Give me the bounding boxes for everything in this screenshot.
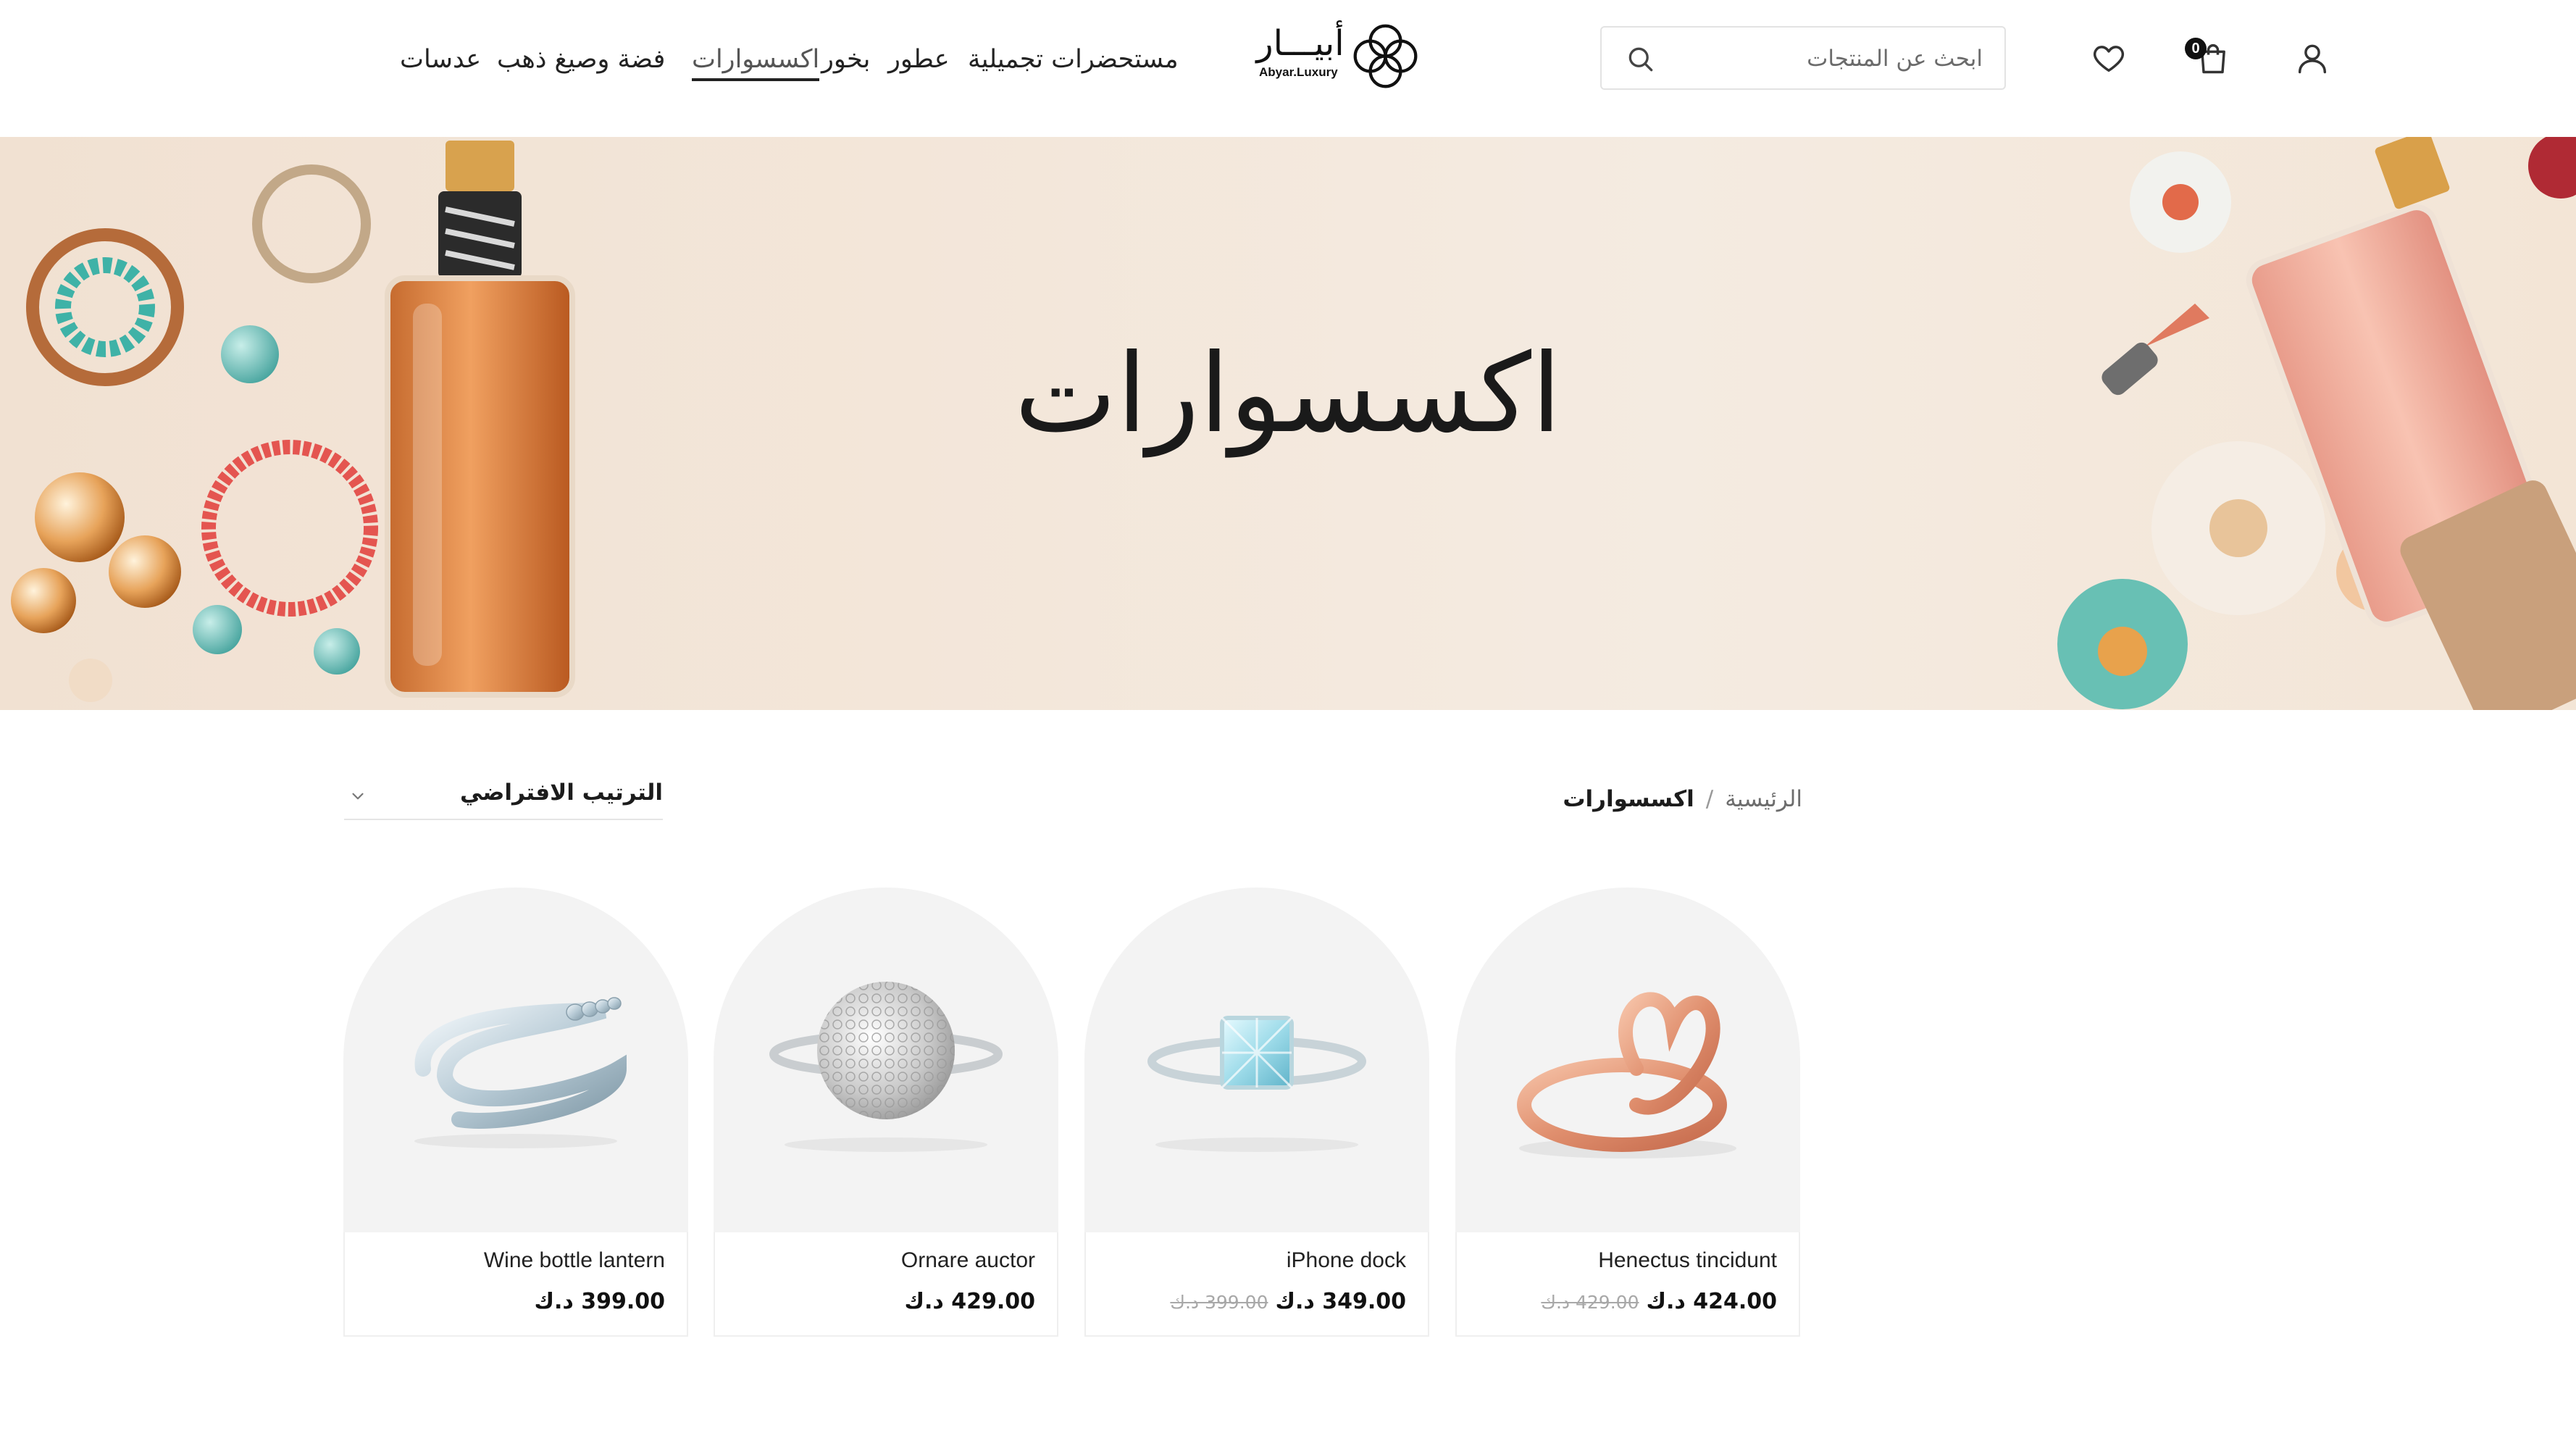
breadcrumb: الرئيسية / اكسسوارات	[1563, 781, 1802, 817]
product-image[interactable]	[1455, 888, 1800, 1232]
nav-accessories[interactable]: اكسسوارات	[692, 38, 820, 81]
breadcrumb-separator: /	[1705, 786, 1714, 812]
sort-select[interactable]: الترتيب الافتراضي	[344, 774, 663, 820]
product-card[interactable]: Ornare auctor 429.00 د.ك	[714, 888, 1058, 1337]
product-price: 429.00 د.ك	[904, 1289, 1035, 1314]
search-icon[interactable]	[1625, 43, 1657, 75]
sort-selected-label: الترتيب الافتراضي	[460, 780, 663, 806]
product-name[interactable]: Henectus tincidunt	[1598, 1248, 1777, 1273]
product-image[interactable]	[1084, 888, 1429, 1232]
logo-mark-icon	[1353, 24, 1418, 88]
product-price: 424.00 د.ك 429.00 د.ك	[1541, 1289, 1777, 1314]
nav-cosmetics[interactable]: مستحضرات تجميلية	[968, 38, 1179, 81]
square-diamond-ring-image	[1147, 1016, 1366, 1152]
heart-icon[interactable]	[2090, 39, 2128, 77]
product-old-price: 399.00 د.ك	[1170, 1292, 1268, 1313]
product-name[interactable]: iPhone dock	[1287, 1248, 1406, 1273]
product-current-price: 424.00 د.ك	[1646, 1289, 1777, 1314]
rose-gold-heart-ring-image	[1517, 992, 1736, 1158]
product-price: 349.00 د.ك 399.00 د.ك	[1170, 1289, 1406, 1314]
product-current-price: 399.00 د.ك	[534, 1289, 665, 1314]
site-header: مستحضرات تجميلية عطور بخور اكسسوارات فضة…	[0, 0, 2576, 137]
nav-incense[interactable]: بخور	[821, 38, 870, 81]
product-name[interactable]: Wine bottle lantern	[484, 1248, 665, 1273]
hero-banner: اكسسوارات	[0, 137, 2576, 710]
product-image[interactable]	[343, 888, 688, 1232]
product-info: iPhone dock 349.00 د.ك 399.00 د.ك	[1084, 1232, 1429, 1337]
nav-lenses[interactable]: عدسات	[400, 38, 481, 81]
product-name[interactable]: Ornare auctor	[901, 1248, 1035, 1273]
product-old-price: 429.00 د.ك	[1541, 1292, 1639, 1313]
product-info: Henectus tincidunt 424.00 د.ك 429.00 د.ك	[1455, 1232, 1800, 1337]
site-logo[interactable]: أبيـــار Abyar.Luxury	[1253, 22, 1420, 94]
search-input[interactable]	[1663, 28, 1984, 90]
search-box	[1600, 26, 2006, 90]
cart-count-badge: 0	[2185, 38, 2207, 59]
product-current-price: 429.00 د.ك	[904, 1289, 1035, 1314]
breadcrumb-home-link[interactable]: الرئيسية	[1725, 786, 1802, 812]
product-current-price: 349.00 د.ك	[1275, 1289, 1406, 1314]
nav-silver-gold[interactable]: فضة وصيغ ذهب	[497, 38, 665, 81]
product-card[interactable]: iPhone dock 349.00 د.ك 399.00 د.ك	[1084, 888, 1429, 1337]
chevron-down-icon	[352, 793, 364, 800]
product-info: Wine bottle lantern 399.00 د.ك	[343, 1232, 688, 1337]
product-image[interactable]	[714, 888, 1058, 1232]
product-card[interactable]: Wine bottle lantern 399.00 د.ك	[343, 888, 688, 1337]
product-card[interactable]: Henectus tincidunt 424.00 د.ك 429.00 د.ك	[1455, 888, 1800, 1337]
logo-arabic-text: أبيـــار	[1256, 23, 1345, 64]
hero-title: اكسسوارات	[1014, 331, 1562, 457]
logo-latin-text: Abyar.Luxury	[1259, 65, 1338, 79]
pave-dome-ring-image	[769, 982, 1003, 1152]
silver-wrap-ring-image	[414, 997, 627, 1148]
user-icon[interactable]	[2293, 39, 2331, 77]
nav-perfumes[interactable]: عطور	[888, 38, 950, 81]
product-price: 399.00 د.ك	[534, 1289, 665, 1314]
breadcrumb-current: اكسسوارات	[1563, 786, 1694, 812]
product-info: Ornare auctor 429.00 د.ك	[714, 1232, 1058, 1337]
